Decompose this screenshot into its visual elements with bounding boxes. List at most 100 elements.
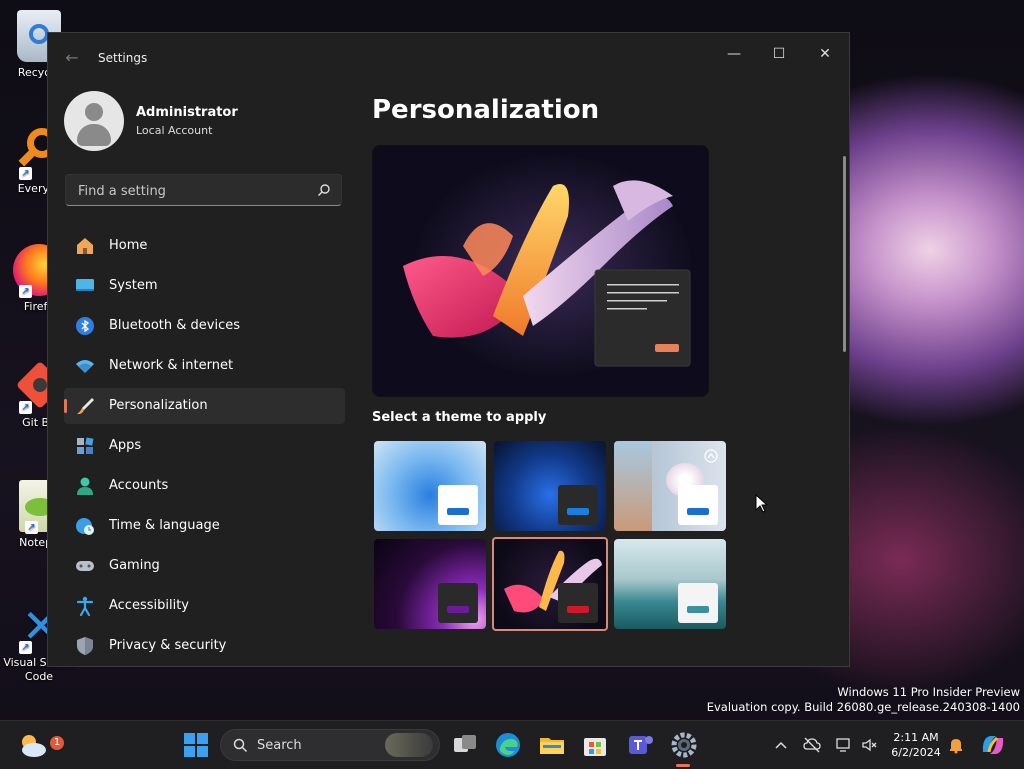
- profile-name: Administrator: [136, 105, 238, 120]
- home-icon: [77, 238, 93, 254]
- theme-flow[interactable]: [614, 539, 726, 629]
- watermark-line-2: Evaluation copy. Build 26080.ge_release.…: [706, 700, 1020, 714]
- tray-notifications[interactable]: [947, 736, 965, 754]
- search-icon[interactable]: [317, 183, 331, 197]
- sidebar-item-label: Bluetooth & devices: [109, 318, 240, 333]
- sidebar-item-accounts[interactable]: Accounts: [64, 468, 345, 504]
- sidebar-nav: Home System Bluetooth & devices Network …: [64, 228, 345, 666]
- title-bar[interactable]: ← Settings — ☐ ✕: [48, 33, 849, 83]
- active-app-indicator: [676, 764, 690, 767]
- theme-windows-dark[interactable]: [494, 441, 606, 531]
- mouse-cursor-icon: [755, 494, 767, 513]
- shortcut-arrow-icon: ↗: [19, 641, 32, 654]
- sidebar-item-label: Gaming: [109, 558, 160, 573]
- task-view-icon: [454, 735, 476, 752]
- copilot-icon: [982, 736, 1004, 754]
- os-watermark: Windows 11 Pro Insider Preview Evaluatio…: [707, 685, 1020, 715]
- tray-network[interactable]: [835, 736, 853, 754]
- sidebar-item-label: Network & internet: [109, 358, 234, 373]
- shortcut-arrow-icon: ↗: [25, 521, 38, 534]
- sidebar-item-network[interactable]: Network & internet: [64, 348, 345, 384]
- theme-section-title: Select a theme to apply: [372, 410, 547, 425]
- wifi-icon: [76, 360, 94, 373]
- weather-cloud-icon: [22, 735, 46, 757]
- clock-time: 2:11 AM: [893, 731, 939, 744]
- theme-preview: [372, 145, 709, 397]
- show-hidden-icons-chevron[interactable]: [772, 736, 790, 754]
- system-icon: [76, 279, 94, 291]
- network-icon: [836, 738, 850, 752]
- system-clock[interactable]: 2:11 AM 6/2/2024: [884, 730, 948, 760]
- shortcut-arrow-icon: ↗: [19, 167, 32, 180]
- preview-bloom-image: [403, 180, 691, 367]
- search-input[interactable]: [76, 175, 310, 207]
- sidebar-item-privacy-security[interactable]: Privacy & security: [64, 628, 345, 664]
- windows-logo-icon: [184, 733, 208, 757]
- theme-captured-motion[interactable]: [492, 537, 608, 631]
- sidebar-item-system[interactable]: System: [64, 268, 345, 304]
- close-button[interactable]: ✕: [803, 39, 847, 69]
- sidebar-item-label: Accounts: [109, 478, 169, 493]
- gear-icon: [671, 732, 697, 758]
- task-view-button[interactable]: [450, 730, 480, 760]
- shield-icon: [77, 637, 93, 655]
- maximize-button[interactable]: ☐: [757, 39, 801, 69]
- folder-icon: [540, 738, 564, 754]
- page-title: Personalization: [372, 95, 600, 125]
- edge-icon: [496, 733, 520, 757]
- window-title: Settings: [98, 51, 148, 65]
- avatar: [64, 91, 124, 151]
- clock-date: 6/2/2024: [891, 746, 941, 759]
- sidebar-item-label: Home: [109, 238, 148, 253]
- sidebar-item-apps[interactable]: Apps: [64, 428, 345, 464]
- sidebar-item-gaming[interactable]: Gaming: [64, 548, 345, 584]
- weather-widget[interactable]: 1: [18, 730, 64, 760]
- taskbar-search-label: Search: [257, 738, 302, 753]
- accessibility-icon: [76, 596, 94, 616]
- taskbar: 1 Search 2:11 AM 6/2/2024: [0, 720, 1024, 769]
- theme-glow[interactable]: [374, 539, 486, 629]
- file-explorer-button[interactable]: [537, 730, 567, 760]
- copilot-button[interactable]: [978, 730, 1008, 760]
- brush-icon: [77, 398, 94, 415]
- bell-icon: [950, 739, 962, 754]
- shortcut-arrow-icon: ↗: [19, 285, 32, 298]
- microsoft-store-button[interactable]: [580, 730, 610, 760]
- theme-windows-light[interactable]: [374, 441, 486, 531]
- cloud-offline-icon: [803, 737, 821, 753]
- accounts-icon: [77, 477, 93, 495]
- settings-taskbar-button[interactable]: [669, 730, 699, 760]
- shortcut-arrow-icon: ↗: [19, 401, 32, 414]
- teams-button[interactable]: [625, 730, 655, 760]
- scrollbar-thumb[interactable]: [843, 156, 846, 352]
- gamepad-icon: [76, 561, 94, 571]
- notification-badge: 1: [50, 736, 64, 750]
- theme-windows-spotlight[interactable]: [614, 441, 726, 531]
- apps-icon: [77, 437, 94, 454]
- teams-icon: [629, 736, 653, 754]
- sidebar-item-label: Apps: [109, 438, 142, 453]
- tray-volume[interactable]: [861, 736, 879, 754]
- sidebar-item-label: Time & language: [109, 518, 220, 533]
- profile-account-type: Local Account: [136, 124, 213, 137]
- start-button[interactable]: [181, 730, 211, 760]
- back-arrow-icon[interactable]: ←: [62, 48, 82, 68]
- sidebar-item-home[interactable]: Home: [64, 228, 345, 264]
- watermark-line-1: Windows 11 Pro Insider Preview: [837, 685, 1020, 699]
- taskbar-search-box[interactable]: Search: [220, 729, 440, 761]
- tray-cloud-sync[interactable]: [803, 736, 821, 754]
- search-icon: [233, 738, 248, 753]
- settings-window: ← Settings — ☐ ✕ Administrator Local Acc…: [47, 32, 850, 667]
- search-highlight-image: [385, 733, 433, 757]
- spotlight-icon: [704, 449, 718, 463]
- bluetooth-icon: [76, 317, 94, 335]
- sidebar-item-label: Privacy & security: [109, 638, 227, 653]
- find-setting-box[interactable]: [65, 174, 342, 207]
- sidebar-item-time-language[interactable]: Time & language: [64, 508, 345, 544]
- globe-clock-icon: [76, 518, 94, 535]
- sidebar-item-accessibility[interactable]: Accessibility: [64, 588, 345, 624]
- sidebar-item-bluetooth[interactable]: Bluetooth & devices: [64, 308, 345, 344]
- sidebar-item-personalization[interactable]: Personalization: [64, 388, 345, 424]
- minimize-button[interactable]: —: [712, 39, 756, 69]
- edge-button[interactable]: [493, 730, 523, 760]
